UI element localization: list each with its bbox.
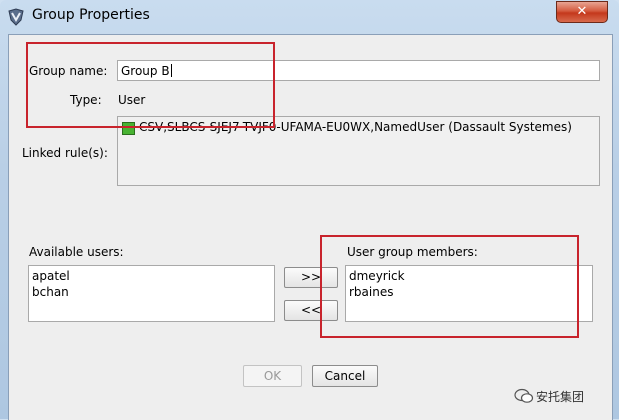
linked-rules-label: Linked rule(s):: [22, 146, 108, 160]
title-bar[interactable]: Group Properties ✕: [0, 0, 619, 34]
cancel-button[interactable]: Cancel: [312, 365, 378, 387]
highlight-box-group-info: [26, 42, 275, 128]
ok-button[interactable]: OK: [243, 365, 302, 387]
list-item[interactable]: apatel: [32, 269, 70, 283]
watermark-text: 安托集团: [536, 390, 585, 404]
available-users-label: Available users:: [29, 245, 124, 259]
available-users-list[interactable]: apatel bchan: [28, 265, 275, 322]
chat-bubble-icon: [514, 388, 534, 403]
watermark: 安托集团: [514, 386, 610, 408]
list-item[interactable]: bchan: [32, 285, 69, 299]
close-icon: ✕: [576, 4, 588, 19]
window-title: Group Properties: [32, 7, 150, 23]
close-button[interactable]: ✕: [556, 1, 608, 23]
app-icon: [8, 8, 24, 26]
highlight-box-group-members: [320, 235, 579, 338]
